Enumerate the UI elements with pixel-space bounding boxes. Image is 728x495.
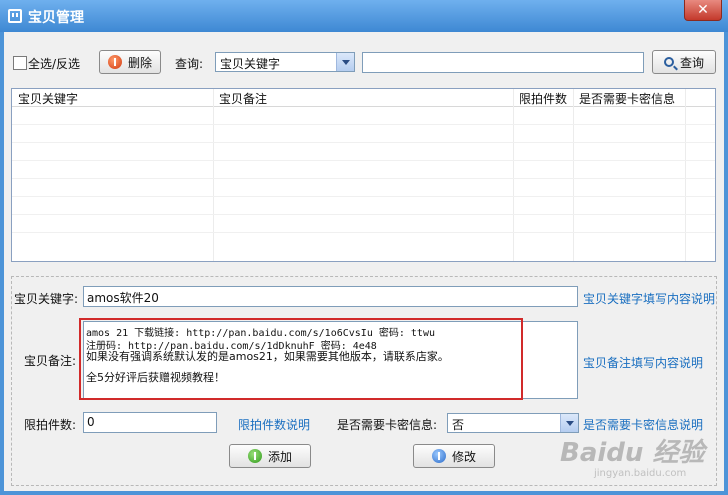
app-window: 宝贝管理 ✕ 全选/反选 删除 查询: 宝贝关键字 查询 宝贝关键字 宝贝备注 …: [0, 0, 728, 495]
select-all-label: 全选/反选: [28, 57, 81, 71]
keyword-label: 宝贝关键字:: [14, 292, 79, 306]
title-bar: 宝贝管理 ✕: [0, 0, 728, 32]
search-button-label: 查询: [679, 55, 704, 70]
baidu-watermark-url: jingyan.baidu.com: [594, 468, 687, 479]
query-label: 查询:: [175, 57, 204, 71]
alert-icon: [107, 55, 122, 69]
keyword-input[interactable]: amos软件20: [83, 286, 578, 307]
search-input[interactable]: [362, 52, 644, 73]
delete-button-label: 删除: [127, 55, 152, 70]
delete-button[interactable]: 删除: [99, 50, 161, 74]
secret-select[interactable]: 否: [447, 413, 579, 433]
add-button-label: 添加: [267, 449, 292, 464]
keyword-help-link[interactable]: 宝贝关键字填写内容说明: [583, 290, 715, 307]
highlight-box: [79, 318, 523, 400]
baidu-watermark: Baidu 经验: [560, 438, 705, 468]
notes-label: 宝贝备注:: [24, 354, 77, 368]
column-header-keyword[interactable]: 宝贝关键字: [18, 90, 78, 107]
chevron-down-icon[interactable]: [336, 53, 354, 71]
limit-input[interactable]: 0: [83, 412, 217, 433]
modify-button-label: 修改: [451, 449, 476, 464]
client-area: 全选/反选 删除 查询: 宝贝关键字 查询 宝贝关键字 宝贝备注 限拍件数 是否…: [4, 32, 724, 491]
table-header: 宝贝关键字 宝贝备注 限拍件数 是否需要卡密信息: [12, 89, 715, 107]
query-field-value: 宝贝关键字: [220, 57, 281, 71]
column-header-notes[interactable]: 宝贝备注: [219, 90, 267, 107]
secret-value: 否: [452, 418, 465, 432]
column-header-limit[interactable]: 限拍件数: [519, 90, 567, 107]
select-all-checkbox[interactable]: [13, 56, 27, 70]
app-icon: [8, 9, 22, 23]
add-icon: [247, 449, 262, 463]
search-icon: [663, 57, 674, 67]
items-table: 宝贝关键字 宝贝备注 限拍件数 是否需要卡密信息: [11, 88, 716, 262]
limit-help-link[interactable]: 限拍件数说明: [238, 416, 310, 433]
modify-button[interactable]: 修改: [413, 444, 495, 468]
secret-label: 是否需要卡密信息:: [337, 418, 438, 432]
chevron-down-icon[interactable]: [560, 414, 578, 432]
add-button[interactable]: 添加: [229, 444, 311, 468]
close-button[interactable]: ✕: [684, 0, 722, 21]
limit-label: 限拍件数:: [24, 418, 77, 432]
info-icon: [431, 449, 446, 463]
secret-help-link[interactable]: 是否需要卡密信息说明: [583, 416, 703, 433]
search-button[interactable]: 查询: [652, 50, 716, 74]
notes-help-link[interactable]: 宝贝备注填写内容说明: [583, 354, 703, 371]
window-title: 宝贝管理: [28, 10, 84, 26]
column-header-secret[interactable]: 是否需要卡密信息: [579, 90, 675, 107]
query-field-select[interactable]: 宝贝关键字: [215, 52, 355, 72]
